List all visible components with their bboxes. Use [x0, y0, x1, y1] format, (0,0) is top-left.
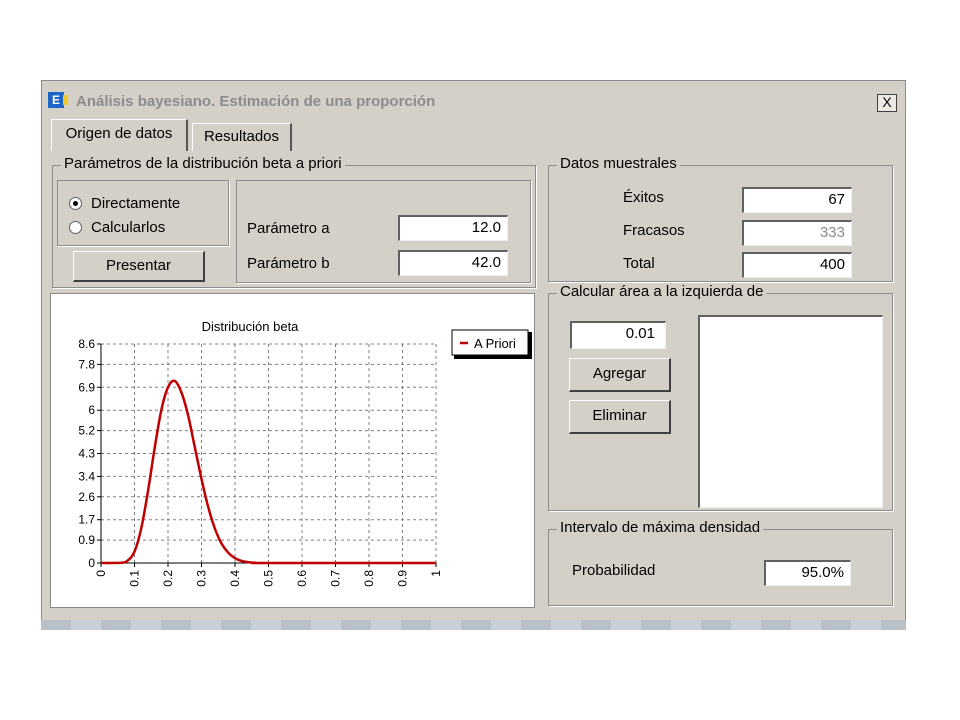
- exitos-label: Éxitos: [623, 189, 664, 206]
- add-button[interactable]: Agregar: [569, 358, 671, 392]
- taskbar-strip: [41, 620, 906, 630]
- param-a-input[interactable]: 12.0: [398, 215, 508, 241]
- close-button[interactable]: X: [877, 94, 897, 112]
- x-tick-label: 0.9: [396, 570, 410, 587]
- y-tick-label: 5.2: [78, 424, 95, 438]
- present-button[interactable]: Presentar: [73, 251, 205, 282]
- chart-panel: Distribución beta 0 0.1 0.2 0.3 0.4 0.5 0.6 0.7…: [50, 293, 535, 608]
- param-b-label: Parámetro b: [247, 255, 330, 272]
- x-tick-label: 0: [94, 570, 108, 577]
- hdi-group: Intervalo de máxima densidad Probabilida…: [548, 519, 893, 606]
- area-results-list[interactable]: [698, 315, 883, 508]
- x-tick-label: 0.5: [262, 570, 276, 587]
- y-tick-label: 7.8: [78, 357, 95, 371]
- x-tick-label: 0.1: [128, 570, 142, 587]
- area-value-input[interactable]: 0.01: [570, 321, 666, 349]
- y-tick-label: 3.4: [78, 469, 95, 483]
- y-tick-label: 0: [88, 556, 95, 570]
- radio-calcularlos[interactable]: [69, 221, 82, 234]
- x-tick-label: 0.2: [161, 570, 175, 587]
- y-tick-label: 8.6: [78, 337, 95, 351]
- dialog-window: E Análisis bayesiano. Estimación de una …: [41, 80, 906, 625]
- title-bar: E Análisis bayesiano. Estimación de una …: [42, 81, 905, 113]
- radio-directamente-label: Directamente: [91, 195, 181, 212]
- x-tick-label: 0.8: [362, 570, 376, 587]
- legend-label-a-priori: A Priori: [474, 336, 516, 351]
- tab-resultados[interactable]: Resultados: [192, 123, 292, 151]
- y-tick-label: 6: [88, 403, 95, 417]
- y-tick-label: 4.3: [78, 447, 95, 461]
- fracasos-label: Fracasos: [623, 222, 685, 239]
- sample-data-group: Datos muestrales Éxitos 67 Fracasos 333 …: [548, 155, 893, 282]
- radio-calcularlos-label: Calcularlos: [91, 219, 166, 236]
- param-a-label: Parámetro a: [247, 220, 330, 237]
- remove-button[interactable]: Eliminar: [569, 400, 671, 434]
- fracasos-input: 333: [742, 220, 852, 246]
- radio-directamente[interactable]: [69, 197, 82, 210]
- y-tick-label: 6.9: [78, 380, 95, 394]
- probability-label: Probabilidad: [572, 562, 656, 579]
- total-label: Total: [623, 255, 655, 272]
- param-b-input[interactable]: 42.0: [398, 250, 508, 276]
- prior-group-title: Parámetros de la distribución beta a pri…: [61, 155, 345, 172]
- total-input[interactable]: 400: [742, 252, 852, 278]
- x-tick-label: 1: [429, 570, 443, 577]
- hdi-group-title: Intervalo de máxima densidad: [557, 519, 764, 536]
- input-mode-group: Directamente Calcularlos: [57, 180, 229, 246]
- sample-group-title: Datos muestrales: [557, 155, 680, 172]
- x-tick-label: 0.7: [329, 570, 343, 587]
- chart-legend: A Priori: [451, 329, 532, 359]
- beta-distribution-chart: Distribución beta 0 0.1 0.2 0.3 0.4 0.5 0.6 0.7…: [78, 319, 532, 587]
- x-tick-label: 0.4: [228, 570, 242, 587]
- prior-parameters-group: Parámetros de la distribución beta a pri…: [52, 155, 536, 288]
- parameters-subgroup: Parámetro a 12.0 Parámetro b 42.0: [236, 180, 531, 283]
- probability-input[interactable]: 95.0%: [764, 560, 851, 586]
- y-tick-label: 1.7: [78, 513, 95, 527]
- y-tick-label: 0.9: [78, 533, 95, 547]
- exitos-input[interactable]: 67: [742, 187, 852, 213]
- y-tick-label: 2.6: [78, 490, 95, 504]
- x-tick-label: 0.3: [195, 570, 209, 587]
- tab-origen-de-datos[interactable]: Origen de datos: [51, 119, 188, 151]
- app-icon: E: [48, 92, 68, 108]
- x-tick-label: 0.6: [295, 570, 309, 587]
- chart-title: Distribución beta: [202, 319, 300, 334]
- window-title: Análisis bayesiano. Estimación de una pr…: [76, 93, 436, 110]
- area-group-title: Calcular área a la izquierda de: [557, 283, 767, 300]
